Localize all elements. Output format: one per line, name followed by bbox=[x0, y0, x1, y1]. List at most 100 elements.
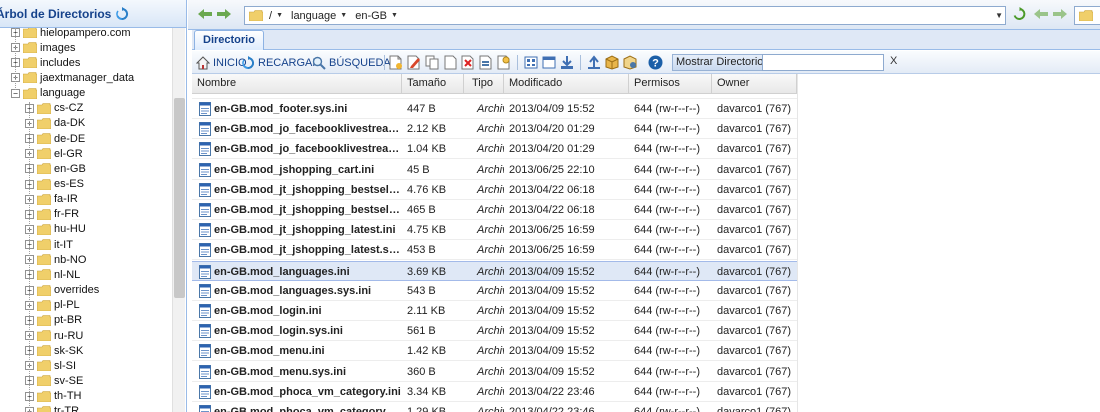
chevron-down-icon[interactable]: ▼ bbox=[276, 12, 283, 19]
secondary-path-box[interactable] bbox=[1074, 6, 1100, 25]
extract-icon[interactable] bbox=[623, 55, 637, 70]
tree-node-es-es[interactable]: + es-ES bbox=[25, 177, 84, 192]
forward-arrow-icon[interactable] bbox=[1053, 8, 1067, 20]
cell-owner: davarco1 (767) bbox=[717, 385, 791, 398]
cell-size: 4.76 KB bbox=[407, 183, 447, 196]
table-row[interactable]: en-GB.mod_jo_facebooklivestream.ini 2.12 … bbox=[192, 119, 797, 140]
table-row[interactable]: en-GB.mod_phoca_vm_category.ini 3.34 KB Ar… bbox=[192, 381, 797, 402]
tree-node-sk-sk[interactable]: + sk-SK bbox=[25, 343, 83, 358]
properties-icon[interactable] bbox=[497, 55, 511, 70]
refresh-icon[interactable] bbox=[1012, 7, 1027, 21]
refresh-tree-icon[interactable] bbox=[115, 6, 129, 21]
chevron-down-icon[interactable]: ▼ bbox=[391, 12, 398, 19]
table-row[interactable]: en-GB.mod_login.ini 2.11 KB Archivo 2013/04… bbox=[192, 301, 797, 321]
tree-node-fa-ir[interactable]: + fa-IR bbox=[25, 192, 78, 207]
tree-node-fr-fr[interactable]: + fr-FR bbox=[25, 207, 79, 222]
clear-filter-button[interactable]: X bbox=[890, 55, 897, 67]
table-row-partial[interactable] bbox=[192, 95, 797, 99]
download-icon[interactable] bbox=[560, 55, 574, 70]
back-arrow-icon[interactable] bbox=[198, 8, 212, 20]
path-segment-language[interactable]: language bbox=[291, 10, 336, 22]
table-row[interactable]: en-GB.mod_menu.sys.ini 360 B Archivo 2013/0… bbox=[192, 361, 797, 382]
upload-icon[interactable] bbox=[587, 55, 601, 70]
tree-node-da-dk[interactable]: + da-DK bbox=[25, 116, 85, 131]
column-header-tipo[interactable]: Tipo bbox=[464, 74, 504, 94]
tree-node-sv-se[interactable]: + sv-SE bbox=[25, 373, 83, 388]
path-combobox[interactable]: / ▼ language ▼ en-GB ▼ ▼ bbox=[244, 6, 1006, 25]
tree-node-th-th[interactable]: + th-TH bbox=[25, 389, 82, 404]
column-header-permisos[interactable]: Permisos bbox=[629, 74, 712, 94]
table-row[interactable]: en-GB.mod_menu.ini 1.42 KB Archivo 2013/04/… bbox=[192, 341, 797, 362]
tree-node-language[interactable]: − language bbox=[11, 86, 85, 101]
folder-icon bbox=[249, 10, 263, 21]
tree-node-pt-br[interactable]: + pt-BR bbox=[25, 313, 82, 328]
tree-node-en-gb[interactable]: + en-GB bbox=[25, 161, 86, 176]
forward-arrow-icon[interactable] bbox=[217, 8, 231, 20]
tree-node-hielopampero-com[interactable]: + hielopampero.com bbox=[11, 28, 131, 40]
table-row[interactable]: en-GB.mod_footer.sys.ini 447 B Archivo 2013… bbox=[192, 99, 797, 119]
table-row[interactable]: en-GB.mod_jt_jshopping_bestseller.ini 4.7… bbox=[192, 179, 797, 200]
cell-name: en-GB.mod_jo_facebooklivestream.sy... bbox=[192, 139, 402, 159]
cell-size: 447 B bbox=[407, 103, 436, 115]
tree-node-label: th-TH bbox=[54, 390, 82, 403]
table-row[interactable]: en-GB.mod_languages.ini 3.69 KB Archivo 201… bbox=[192, 260, 797, 281]
file-name: en-GB.mod_languages.sys.ini bbox=[214, 284, 372, 297]
column-header-modificado[interactable]: Modificado bbox=[504, 74, 629, 94]
paste-icon[interactable] bbox=[443, 55, 457, 70]
tree-node-it-it[interactable]: + it-IT bbox=[25, 237, 73, 252]
tree-node-el-gr[interactable]: + el-GR bbox=[25, 146, 83, 161]
tree-node-sl-si[interactable]: + sl-SI bbox=[25, 358, 76, 373]
chevron-down-icon[interactable]: ▼ bbox=[340, 12, 347, 19]
tree-node-hu-hu[interactable]: + hu-HU bbox=[25, 222, 86, 237]
table-row[interactable]: en-GB.mod_phoca_vm_category.sys.ini 1.29 … bbox=[192, 402, 797, 412]
tree-node-de-de[interactable]: + de-DE bbox=[25, 131, 85, 146]
archive-icon[interactable] bbox=[605, 55, 619, 70]
help-icon[interactable]: ? bbox=[648, 55, 663, 70]
back-arrow-icon[interactable] bbox=[1034, 8, 1048, 20]
view-details-icon[interactable] bbox=[524, 55, 538, 70]
filter-input[interactable] bbox=[762, 54, 884, 71]
column-header-tamano[interactable]: Tamaño bbox=[402, 74, 464, 94]
tree-node-tr-tr[interactable]: + tr-TR bbox=[25, 404, 79, 412]
tree-scrollbar[interactable] bbox=[172, 28, 185, 412]
path-segment-root[interactable]: / bbox=[269, 10, 272, 22]
table-row[interactable]: en-GB.mod_jt_jshopping_bestseller.s... 46… bbox=[192, 200, 797, 220]
tree-node-images[interactable]: + images bbox=[11, 40, 75, 55]
show-directories-button[interactable]: Mostrar Directorios bbox=[672, 54, 773, 71]
table-row[interactable]: en-GB.mod_languages.sys.ini 543 B Archivo 2… bbox=[192, 280, 797, 301]
delete-icon[interactable] bbox=[461, 55, 475, 70]
view-list-icon[interactable] bbox=[542, 55, 556, 70]
table-row[interactable]: en-GB.mod_jshopping_cart.ini 45 B Archivo 2… bbox=[192, 159, 797, 180]
tree-node-jaextmanager-data[interactable]: + jaextmanager_data bbox=[11, 70, 134, 85]
column-header-nombre[interactable]: Nombre bbox=[192, 74, 402, 94]
folder-icon bbox=[37, 330, 51, 341]
tree-scrollbar-thumb[interactable] bbox=[174, 98, 185, 298]
column-header-owner[interactable]: Owner bbox=[712, 74, 797, 94]
tree-node-pl-pl[interactable]: + pl-PL bbox=[25, 298, 80, 313]
tree-node-nb-no[interactable]: + nb-NO bbox=[25, 252, 86, 267]
tree-node-nl-nl[interactable]: + nl-NL bbox=[25, 267, 80, 282]
folder-icon bbox=[23, 57, 37, 69]
tree-node-includes[interactable]: + includes bbox=[11, 55, 80, 70]
tree-node-ru-ru[interactable]: + ru-RU bbox=[25, 328, 83, 343]
search-button[interactable]: BÚSQUEDA bbox=[312, 54, 391, 71]
tab-directorio[interactable]: Directorio bbox=[194, 30, 264, 50]
home-button[interactable]: INICIO bbox=[196, 54, 247, 71]
rename-icon[interactable] bbox=[479, 55, 493, 70]
path-dropdown-icon[interactable]: ▼ bbox=[995, 11, 1003, 20]
table-row[interactable]: en-GB.mod_jt_jshopping_latest.sys.ini 453… bbox=[192, 240, 797, 261]
cell-name: en-GB.mod_login.ini bbox=[192, 301, 402, 321]
tree-node-overrides[interactable]: + overrides bbox=[25, 283, 99, 298]
cell-modified: 2013/04/09 15:52 bbox=[509, 365, 595, 378]
reload-button[interactable]: RECARGAR bbox=[241, 54, 320, 71]
copy-icon[interactable] bbox=[425, 55, 439, 70]
table-row[interactable]: en-GB.mod_jt_jshopping_latest.ini 4.75 KB… bbox=[192, 220, 797, 241]
table-row[interactable]: en-GB.mod_login.sys.ini 561 B Archivo 2013/… bbox=[192, 321, 797, 342]
tree-title: Árbol de Directorios bbox=[0, 6, 112, 21]
edit-file-icon[interactable] bbox=[407, 55, 421, 70]
table-row[interactable]: en-GB.mod_jo_facebooklivestream.sy... 1.0… bbox=[192, 139, 797, 160]
new-file-icon[interactable] bbox=[389, 55, 403, 70]
tree-node-cs-cz[interactable]: + cs-CZ bbox=[25, 101, 83, 116]
path-segment-en-gb[interactable]: en-GB bbox=[355, 10, 387, 22]
folder-icon bbox=[37, 345, 51, 357]
